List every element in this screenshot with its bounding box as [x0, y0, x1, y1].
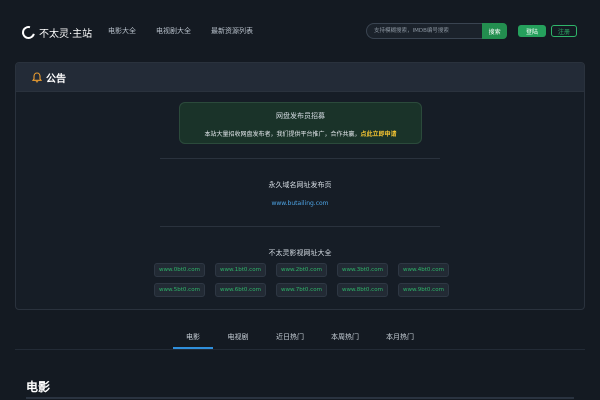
site-link[interactable]: www.2bt0.com [276, 263, 327, 277]
bell-icon [32, 71, 42, 82]
divider [160, 226, 440, 227]
site-list-title: 不太灵影视网址大全 [268, 249, 332, 257]
site-link[interactable]: www.9bt0.com [398, 283, 449, 297]
site-link[interactable]: www.1bt0.com [215, 263, 266, 277]
notice-header: 公告 [16, 63, 584, 92]
site-link[interactable]: www.8bt0.com [337, 283, 388, 297]
tab-week-hot[interactable]: 本周热门 [323, 332, 367, 342]
top-navbar: 不太灵·主站 电影大全 电视剧大全 最新资源列表 搜索 登陆 注册 [0, 0, 600, 62]
nav-item-movies[interactable]: 电影大全 [108, 26, 136, 36]
site-link[interactable]: www.0bt0.com [154, 263, 205, 277]
category-tabs: 电影 电视剧 近日热门 本周热门 本月热门 [0, 332, 600, 350]
search-button[interactable]: 搜索 [482, 23, 507, 39]
recruit-apply-link[interactable]: 点此立即申请 [361, 131, 397, 138]
brand-name: 不太灵·主站 [39, 28, 93, 40]
tab-movies[interactable]: 电影 [173, 332, 213, 342]
site-link[interactable]: www.3bt0.com [337, 263, 388, 277]
brand-logo-icon [19, 23, 38, 41]
tabs-divider [15, 349, 585, 350]
recruit-title: 网盘发布员招募 [276, 112, 325, 120]
brand[interactable]: 不太灵·主站 [19, 23, 93, 41]
notice-title: 公告 [46, 73, 66, 85]
main-nav: 电影大全 电视剧大全 最新资源列表 [108, 26, 253, 36]
notice-panel: 公告 网盘发布员招募 本站大量招收网盘发布者，我们提供平台推广，合作共赢，点此立… [15, 62, 585, 310]
divider [160, 158, 440, 159]
search-input[interactable] [366, 23, 483, 39]
tab-tv[interactable]: 电视剧 [218, 332, 258, 342]
site-link[interactable]: www.4bt0.com [398, 263, 449, 277]
section-divider [26, 397, 574, 399]
site-link[interactable]: www.5bt0.com [154, 283, 205, 297]
site-link[interactable]: www.6bt0.com [215, 283, 266, 297]
recruit-text-line: 本站大量招收网盘发布者，我们提供平台推广，合作共赢，点此立即申请 [180, 129, 421, 138]
nav-item-latest[interactable]: 最新资源列表 [211, 26, 253, 36]
site-link[interactable]: www.7bt0.com [276, 283, 327, 297]
permanent-domain-link[interactable]: www.butailing.com [16, 200, 584, 207]
tab-month-hot[interactable]: 本月热门 [378, 332, 422, 342]
nav-item-tv[interactable]: 电视剧大全 [156, 26, 191, 36]
recruit-text: 本站大量招收网盘发布者，我们提供平台推广，合作共赢， [204, 131, 361, 138]
register-button[interactable]: 注册 [551, 25, 577, 37]
recruit-box: 网盘发布员招募 本站大量招收网盘发布者，我们提供平台推广，合作共赢，点此立即申请 [179, 102, 422, 144]
login-button[interactable]: 登陆 [518, 25, 546, 37]
permanent-domain-title: 永久域名网址发布页 [268, 181, 332, 189]
search-bar: 搜索 [366, 23, 507, 39]
tab-recent-hot[interactable]: 近日热门 [268, 332, 312, 342]
section-title: 电影 [26, 380, 51, 394]
site-list: www.0bt0.com www.1bt0.com www.2bt0.com w… [154, 263, 449, 297]
